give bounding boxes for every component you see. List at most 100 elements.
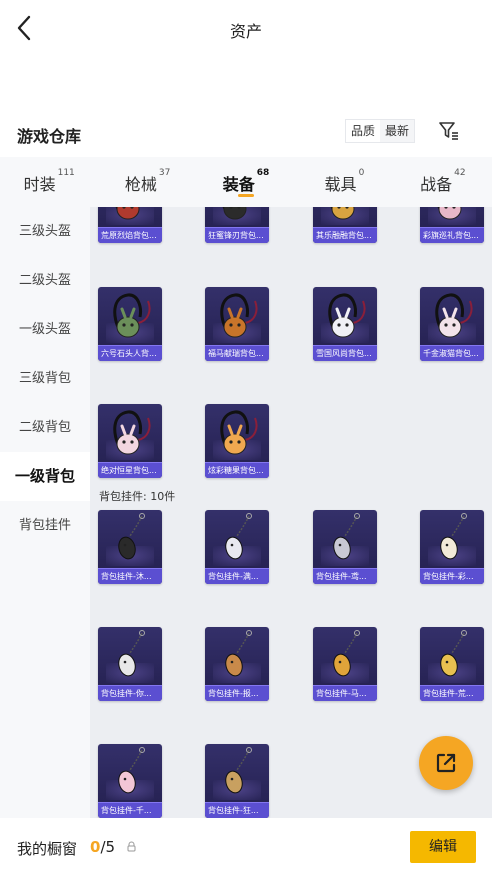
pendant-card[interactable]: 背包挂件-荒...: [420, 627, 484, 701]
edit-button[interactable]: 编辑: [410, 831, 476, 863]
closet-used: 0: [90, 838, 101, 856]
share-icon: [436, 753, 456, 773]
pendant-icon: [118, 513, 145, 560]
sidebar-item-backpack-1[interactable]: 一级背包: [0, 452, 90, 501]
item-name: 福马献瑞背包...: [205, 345, 269, 361]
item-name: 背包挂件-千...: [98, 802, 162, 818]
pendant-icon: [333, 513, 360, 560]
tab-label: 战备: [420, 175, 453, 194]
backpack-icon: [113, 293, 151, 338]
closet-label: 我的橱窗: [17, 840, 78, 858]
tab-count: 68: [256, 168, 270, 178]
backpack-icon: [222, 207, 247, 220]
pendant-icon: [333, 630, 360, 677]
subcategory-sidebar: 三级头盔 二级头盔 一级头盔 三级背包 二级背包 一级背包 背包挂件: [0, 207, 90, 818]
backpack-card[interactable]: 彩旗巡礼背包...: [420, 207, 484, 243]
pendant-card[interactable]: 背包挂件-彩...: [420, 510, 484, 584]
lock-icon: [127, 841, 136, 852]
pendant-card[interactable]: 背包挂件-你...: [98, 627, 162, 701]
sidebar-item-helmet-3[interactable]: 三级头盔: [0, 207, 90, 256]
backpack-card[interactable]: 千金淑猫背包...: [420, 287, 484, 361]
item-grid: 背包挂件: 10件 荒原烈焰背包... 狂蜜锋刃背包... 其乐融融背包... 彩旗巡…: [90, 207, 492, 818]
pendant-card[interactable]: 背包挂件-狂...: [205, 744, 269, 818]
backpack-card[interactable]: 雪国风尚背包...: [313, 287, 377, 361]
sort-latest-button[interactable]: 最新: [380, 120, 414, 142]
warehouse-header: 游戏仓库 品质 最新: [0, 118, 492, 148]
pendant-card[interactable]: 背包挂件-马...: [313, 627, 377, 701]
pendant-section-label: 背包挂件: 10件: [99, 490, 176, 503]
backpack-icon: [113, 410, 151, 455]
backpack-card[interactable]: 其乐融融背包...: [313, 207, 377, 243]
item-name: 彩旗巡礼背包...: [420, 227, 484, 243]
top-bar: 资产: [0, 0, 492, 58]
backpack-icon: [220, 293, 258, 338]
pendant-icon: [118, 747, 145, 794]
warehouse-title: 游戏仓库: [17, 127, 82, 146]
pendant-card[interactable]: 背包挂件-满...: [205, 510, 269, 584]
pendant-icon: [225, 630, 252, 677]
pendant-card[interactable]: 背包挂件-沐...: [98, 510, 162, 584]
pendant-card[interactable]: 背包挂件-报...: [205, 627, 269, 701]
tab-label: 时装: [23, 175, 56, 194]
active-tab-indicator: [238, 194, 255, 197]
item-name: 背包挂件-狂...: [205, 802, 269, 818]
backpack-icon: [330, 207, 355, 220]
backpack-card[interactable]: 荒原烈焰背包...: [98, 207, 162, 243]
item-name: 绝对恒星背包...: [98, 462, 162, 478]
item-name: 背包挂件-荒...: [420, 685, 484, 701]
backpack-card[interactable]: 炫彩糖果背包...: [205, 404, 269, 478]
item-name: 背包挂件-马...: [313, 685, 377, 701]
tab-label: 载具: [324, 175, 357, 194]
item-name: 背包挂件-鸢...: [313, 568, 377, 584]
sidebar-item-backpack-3[interactable]: 三级背包: [0, 354, 90, 403]
tab-label: 枪械: [124, 175, 157, 194]
share-button[interactable]: [419, 736, 473, 790]
closet-total: /5: [100, 838, 116, 856]
sort-quality-button[interactable]: 品质: [346, 120, 381, 142]
tab-fashion[interactable]: 时装111: [0, 157, 98, 207]
pendant-icon: [440, 513, 467, 560]
filter-icon: [439, 122, 458, 140]
pendant-icon: [440, 630, 467, 677]
pendant-card[interactable]: 背包挂件-鸢...: [313, 510, 377, 584]
tab-equipment[interactable]: 装备68: [197, 157, 295, 207]
closet-count: 0/5: [90, 838, 115, 856]
page-title: 资产: [229, 22, 262, 41]
pendant-card[interactable]: 背包挂件-千...: [98, 744, 162, 818]
sidebar-item-pendant[interactable]: 背包挂件: [0, 501, 90, 550]
item-name: 狂蜜锋刃背包...: [205, 227, 269, 243]
item-name: 其乐融融背包...: [313, 227, 377, 243]
bottom-bar: 我的橱窗 0/5 编辑: [0, 818, 492, 876]
item-name: 背包挂件-彩...: [420, 568, 484, 584]
tab-count: 0: [358, 168, 365, 178]
tab-count: 37: [158, 168, 171, 178]
pendant-icon: [225, 747, 252, 794]
backpack-card[interactable]: 福马献瑞背包...: [205, 287, 269, 361]
sidebar-item-helmet-2[interactable]: 二级头盔: [0, 256, 90, 305]
item-name: 背包挂件-报...: [205, 685, 269, 701]
tab-supplies[interactable]: 战备42: [394, 157, 492, 207]
backpack-card[interactable]: 狂蜜锋刃背包...: [205, 207, 269, 243]
backpack-icon: [328, 293, 366, 338]
tab-vehicles[interactable]: 载具0: [295, 157, 393, 207]
sort-toggle: 品质 最新: [345, 119, 416, 143]
tab-guns[interactable]: 枪械37: [98, 157, 196, 207]
item-name: 背包挂件-满...: [205, 568, 269, 584]
item-name: 背包挂件-你...: [98, 685, 162, 701]
item-name: 六号石头人背...: [98, 345, 162, 361]
pendant-icon: [118, 630, 145, 677]
sidebar-item-helmet-1[interactable]: 一级头盔: [0, 305, 90, 354]
backpack-icon: [437, 207, 462, 220]
sidebar-item-backpack-2[interactable]: 二级背包: [0, 403, 90, 452]
tab-label: 装备: [222, 175, 255, 194]
backpack-card[interactable]: 六号石头人背...: [98, 287, 162, 361]
pendant-icon: [225, 513, 252, 560]
item-name: 荒原烈焰背包...: [98, 227, 162, 243]
backpack-card[interactable]: 绝对恒星背包...: [98, 404, 162, 478]
backpack-icon: [220, 410, 258, 455]
filter-button[interactable]: [436, 118, 462, 144]
backpack-icon: [435, 293, 473, 338]
item-name: 背包挂件-沐...: [98, 568, 162, 584]
tab-count: 42: [454, 168, 466, 178]
backpack-icon: [115, 207, 140, 220]
